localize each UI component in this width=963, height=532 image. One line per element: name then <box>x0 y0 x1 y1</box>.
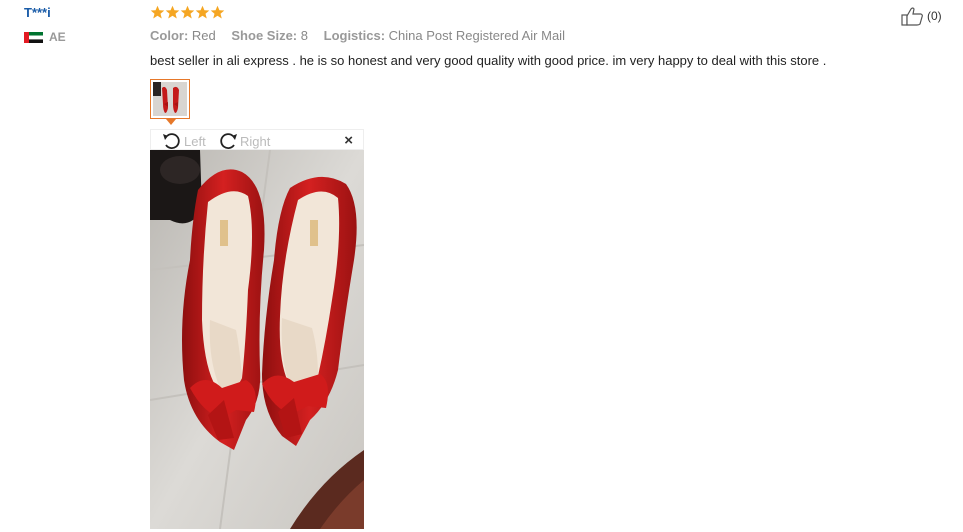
thumbs-up-icon <box>901 7 923 26</box>
uae-flag-icon <box>24 31 43 43</box>
rotate-left-button[interactable]: Left <box>161 131 206 151</box>
viewer-toolbar: Left Right × <box>150 129 364 150</box>
reviewer-country: AE <box>24 30 66 44</box>
logistics-key: Logistics: <box>323 28 386 43</box>
helpful-button[interactable]: (0) <box>901 6 942 26</box>
star-icon <box>180 5 195 19</box>
review-rating <box>150 5 225 21</box>
review-photo-large <box>150 150 364 529</box>
photo-viewer: Left Right × <box>150 129 364 529</box>
review-text: best seller in ali express . he is so ho… <box>150 53 827 68</box>
logistics-value: China Post Registered Air Mail <box>388 28 565 43</box>
shoe-size-key: Shoe Size: <box>231 28 298 43</box>
review-photo-thumbnail[interactable] <box>150 79 190 119</box>
rotate-right-label: Right <box>240 133 271 149</box>
star-icon <box>210 5 225 19</box>
rotate-left-label: Left <box>184 133 206 149</box>
thumbnail-image <box>153 82 187 116</box>
helpful-count: (0) <box>927 9 942 23</box>
close-viewer-button[interactable]: × <box>344 132 353 149</box>
shoe-size-value: 8 <box>300 28 308 43</box>
star-icon <box>195 5 210 19</box>
color-key: Color: <box>150 28 189 43</box>
rotate-right-icon <box>220 133 237 149</box>
order-attributes: Color: Red Shoe Size: 8 Logistics: China… <box>150 28 577 43</box>
star-icon <box>150 5 165 19</box>
thumbnail-pointer <box>166 119 176 125</box>
star-icon <box>165 5 180 19</box>
reviewer-info: T***i AE <box>24 5 66 44</box>
color-value: Red <box>191 28 216 43</box>
country-code: AE <box>49 30 66 44</box>
rotate-left-icon <box>163 133 180 149</box>
star-rating <box>150 5 225 21</box>
rotate-right-button[interactable]: Right <box>217 131 270 151</box>
reviewer-name[interactable]: T***i <box>24 5 66 20</box>
